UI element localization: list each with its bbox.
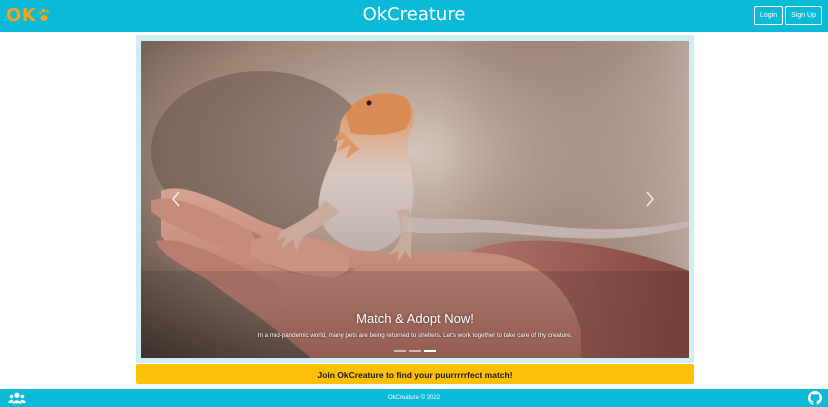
- footer-copyright: OkCreature © 2022: [387, 395, 441, 401]
- carousel-caption: Match & Adopt Now! In a mid-pandemic wor…: [141, 311, 689, 340]
- signup-button[interactable]: Sign Up: [785, 6, 822, 25]
- hero-carousel[interactable]: Match & Adopt Now! In a mid-pandemic wor…: [141, 41, 689, 358]
- chevron-right-icon: [646, 191, 655, 207]
- chevron-left-icon: [171, 191, 180, 207]
- top-navbar: OK OkCreature Login Sign Up: [0, 0, 828, 32]
- app-title: OkCreature: [362, 4, 466, 25]
- carousel-indicator-1[interactable]: [394, 350, 406, 352]
- caption-text: In a mid-pandemic world, many pets are b…: [257, 332, 573, 339]
- caption-title: Match & Adopt Now!: [356, 311, 474, 326]
- carousel-prev-button[interactable]: [161, 181, 191, 217]
- carousel-indicator-3[interactable]: [424, 350, 436, 352]
- carousel-next-button[interactable]: [635, 181, 665, 217]
- carousel-indicators: [141, 350, 689, 352]
- auth-buttons: Login Sign Up: [753, 6, 822, 25]
- footer: OkCreature © 2022: [0, 389, 828, 407]
- login-button[interactable]: Login: [753, 6, 784, 25]
- join-cta-button[interactable]: Join OkCreature to find your puurrrrrfec…: [136, 364, 694, 384]
- github-icon[interactable]: [808, 391, 822, 405]
- carousel-indicator-2[interactable]: [409, 350, 421, 352]
